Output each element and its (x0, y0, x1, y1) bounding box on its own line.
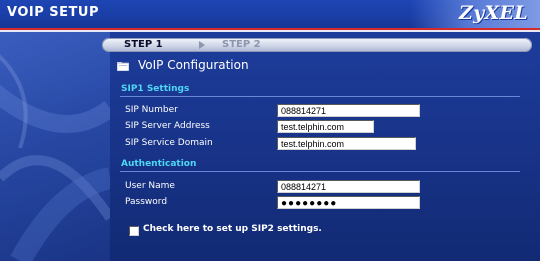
sip-service-domain-label: SIP Service Domain (125, 138, 213, 148)
password-input[interactable]: ●●●●●●●● (277, 196, 420, 209)
password-label: Password (125, 197, 168, 207)
header-bar: VOIP SETUP ZyXEL (0, 0, 540, 29)
user-name-input[interactable]: 088814271 (277, 180, 420, 193)
folder-icon (117, 62, 129, 71)
sip2-setup-checkbox-label[interactable]: Check here to set up SIP2 settings. (143, 224, 322, 234)
section-divider (120, 171, 520, 172)
section-divider (120, 96, 520, 97)
sip1-settings-heading: SIP1 Settings (121, 84, 190, 94)
step-2-label: STEP 2 (222, 39, 261, 50)
sip-number-label: SIP Number (125, 105, 178, 115)
page-title: VoIP Configuration (138, 58, 249, 72)
sip-number-input[interactable]: 088814271 (277, 104, 420, 117)
zyxel-logo: ZyXEL (459, 2, 528, 24)
decorative-swirl (0, 28, 110, 261)
app-title: VOIP SETUP (7, 5, 99, 20)
header-divider-white (0, 30, 540, 32)
voip-setup-window: VOIP SETUP ZyXEL STEP 1 STEP 2 VoIP Conf… (0, 0, 540, 261)
authentication-heading: Authentication (121, 159, 197, 169)
step-arrow-icon (199, 41, 205, 49)
sip-server-address-input[interactable]: test.telphin.com (277, 120, 374, 133)
step-1-label: STEP 1 (124, 39, 163, 50)
sip-server-address-label: SIP Server Address (125, 121, 210, 131)
logo-area: ZyXEL (410, 0, 540, 28)
user-name-label: User Name (125, 181, 175, 191)
sip-service-domain-input[interactable]: test.telphin.com (277, 137, 416, 150)
sip2-setup-checkbox[interactable] (129, 226, 139, 236)
step-indicator: STEP 1 STEP 2 (102, 38, 532, 52)
